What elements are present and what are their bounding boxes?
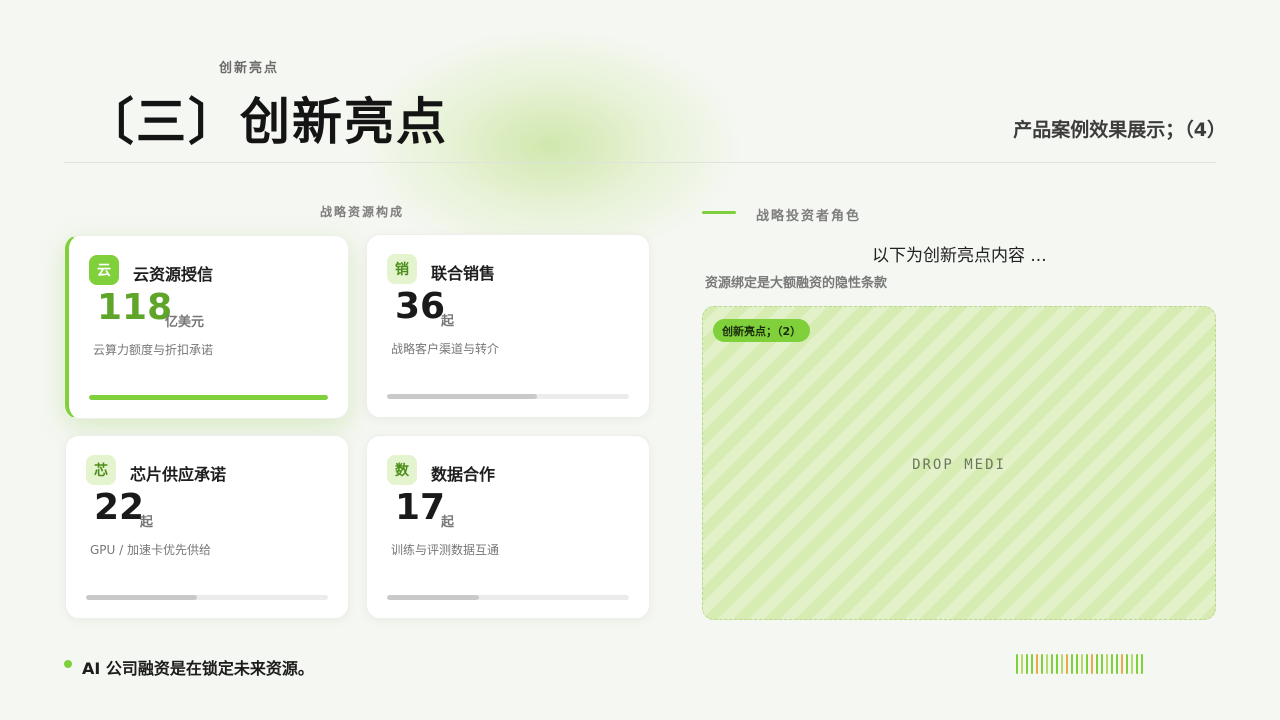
resources-caption: 战略资源构成 [320,205,405,219]
barcode-stripe [1036,654,1038,674]
card-joint-sales[interactable]: 销 联合销售 36 起 战略客户渠道与转介 [366,234,650,418]
card-chip-supply[interactable]: 芯 芯片供应承诺 22 起 GPU / 加速卡优先供给 [65,435,349,619]
barcode-stripe [1106,654,1108,674]
progress-track [387,394,629,399]
card-title: 芯片供应承诺 [130,465,227,484]
drop-zone-label: DROP MEDI [912,457,1006,473]
barcode-stripe [1141,654,1143,674]
barcode-stripe [1116,654,1118,674]
card-data-cooperation[interactable]: 数 数据合作 17 起 训练与评测数据互通 [366,435,650,619]
progress-fill [387,394,538,399]
barcode-stripe [1086,654,1088,674]
card-unit: 亿美元 [165,315,205,330]
card-unit: 起 [441,515,455,530]
progress-fill [387,595,479,600]
barcode-stripe [1021,654,1023,674]
barcode-stripe [1131,654,1133,674]
media-drop-zone[interactable]: 创新亮点；（2） DROP MEDI [702,306,1216,620]
accent-line [702,211,736,214]
barcode-stripe [1061,654,1063,674]
barcode-stripe [1046,654,1048,674]
card-description: 战略客户渠道与转介 [391,342,500,356]
drop-zone-tag: 创新亮点；（2） [713,319,811,342]
card-value: 22 [94,487,145,528]
progress-track [387,595,629,600]
progress-track [86,595,328,600]
barcode-stripe [1136,654,1138,674]
progress-track [89,395,328,400]
clause-text: 资源绑定是大额融资的隐性条款 [705,276,888,291]
bullet-dot-icon [64,660,72,668]
data-badge-icon: 数 [387,455,417,485]
card-title: 云资源授信 [133,265,214,284]
card-value: 36 [395,286,446,327]
barcode-stripe [1126,654,1128,674]
card-value: 118 [97,287,173,328]
card-unit: 起 [140,515,154,530]
page-kicker: 创新亮点 [219,61,280,76]
card-value: 17 [395,487,446,528]
card-cloud-credit[interactable]: 云 云资源授信 118 亿美元 云算力额度与折扣承诺 [65,235,349,419]
barcode-stripe [1066,654,1068,674]
progress-fill [89,395,328,400]
progress-fill [86,595,198,600]
page-title: 〔三〕创新亮点 [84,93,448,151]
chip-badge-icon: 芯 [86,455,116,485]
barcode-stripe [1026,654,1028,674]
barcode-stripe [1081,654,1083,674]
card-title: 联合销售 [431,264,496,283]
barcode-decoration [1016,654,1143,674]
intro-text: 以下为创新亮点内容 ... [872,246,1047,266]
barcode-stripe [1076,654,1078,674]
case-title: 产品案例效果展示；（4） [1013,119,1226,141]
barcode-stripe [1111,654,1113,674]
barcode-stripe [1091,654,1093,674]
barcode-stripe [1071,654,1073,674]
investor-role-caption: 战略投资者角色 [756,209,862,224]
sales-badge-icon: 销 [387,254,417,284]
barcode-stripe [1056,654,1058,674]
barcode-stripe [1016,654,1018,674]
card-description: 云算力额度与折扣承诺 [93,343,214,357]
card-unit: 起 [441,314,455,329]
card-description: GPU / 加速卡优先供给 [90,543,211,557]
card-title: 数据合作 [431,465,496,484]
barcode-stripe [1121,654,1123,674]
barcode-stripe [1051,654,1053,674]
footer-statement: AI 公司融资是在锁定未来资源。 [82,659,314,678]
header-divider [64,162,1216,163]
card-description: 训练与评测数据互通 [391,543,500,557]
barcode-stripe [1101,654,1103,674]
cloud-badge-icon: 云 [89,255,119,285]
barcode-stripe [1096,654,1098,674]
barcode-stripe [1041,654,1043,674]
barcode-stripe [1031,654,1033,674]
